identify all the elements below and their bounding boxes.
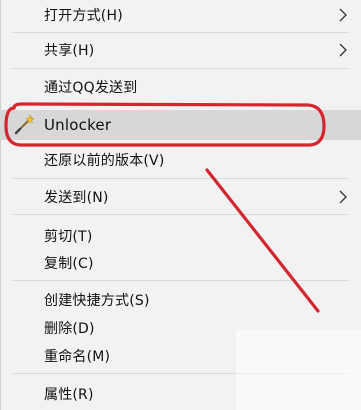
menu-separator (12, 280, 349, 281)
menu-item-label: 创建快捷方式(S) (44, 293, 150, 309)
menu-item-label: 还原以前的版本(V) (44, 153, 165, 169)
menu-item-share[interactable]: 共享(H) (0, 35, 361, 65)
menu-item-open-with[interactable]: 打开方式(H) (0, 0, 361, 30)
chevron-right-icon (339, 190, 347, 204)
menu-item-restore-previous-versions[interactable]: 还原以前的版本(V) (0, 145, 361, 175)
menu-item-label: 剪切(T) (44, 229, 93, 245)
menu-item-label: 重命名(M) (44, 349, 111, 365)
menu-item-label: Unlocker (44, 116, 112, 134)
menu-separator (12, 32, 349, 33)
menu-item-label: 发送到(N) (44, 190, 109, 206)
menu-item-label: 打开方式(H) (44, 8, 123, 24)
menu-item-copy[interactable]: 复制(C) (0, 248, 361, 278)
menu-item-unlocker[interactable]: Unlocker (0, 110, 361, 140)
menu-item-create-shortcut[interactable]: 创建快捷方式(S) (0, 285, 361, 315)
menu-separator (12, 178, 349, 179)
menu-item-label: 共享(H) (44, 43, 95, 59)
menu-item-label: 通过QQ发送到 (44, 80, 138, 96)
menu-item-send-to[interactable]: 发送到(N) (0, 182, 361, 212)
chevron-right-icon (339, 43, 347, 57)
menu-item-label: 复制(C) (44, 256, 94, 272)
menu-item-send-via-qq[interactable]: 通过QQ发送到 (0, 72, 361, 102)
menu-separator (12, 214, 349, 215)
menu-item-cut[interactable]: 剪切(T) (0, 221, 361, 251)
menu-item-label: 属性(R) (44, 387, 94, 403)
chevron-right-icon (339, 8, 347, 22)
magic-wand-icon (14, 114, 35, 135)
blurred-area (236, 330, 361, 410)
menu-item-label: 删除(D) (44, 321, 95, 337)
menu-separator (12, 68, 349, 69)
